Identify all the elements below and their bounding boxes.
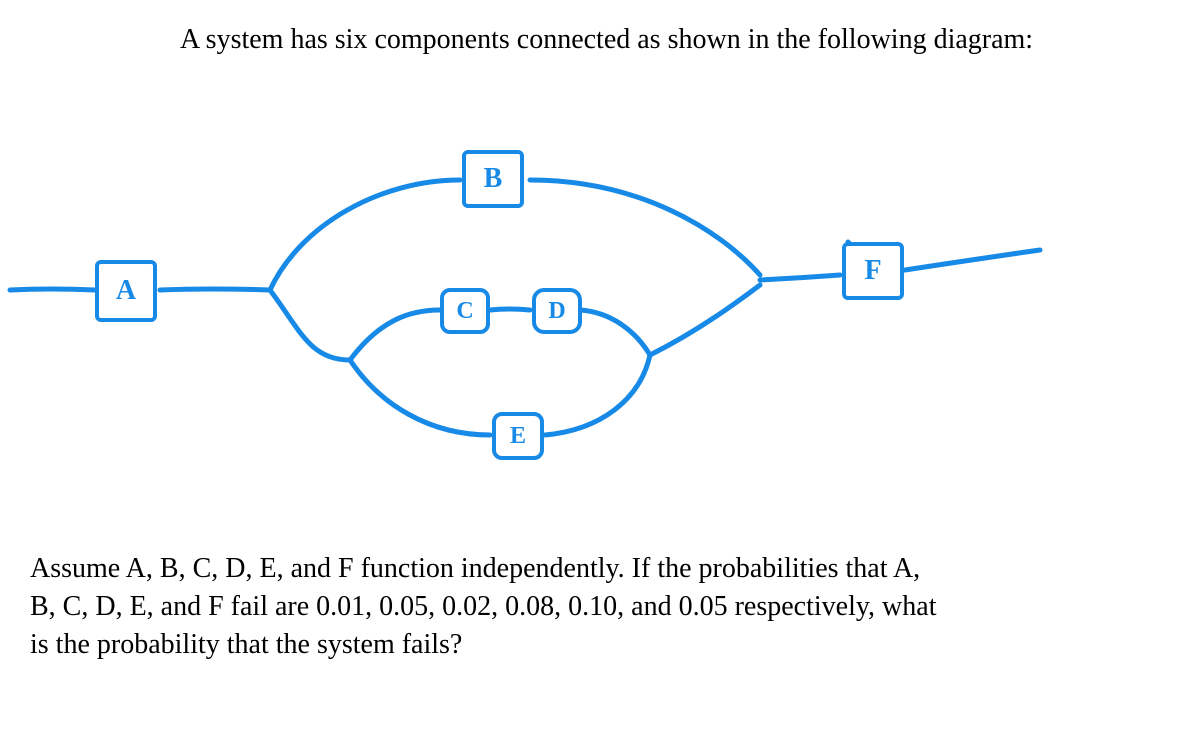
node-e: E — [492, 412, 544, 460]
problem-intro: A system has six components connected as… — [30, 20, 1170, 61]
problem-question: Assume A, B, C, D, E, and F function ind… — [30, 550, 1170, 663]
node-f: F — [842, 242, 904, 300]
system-diagram: A B C D E F — [0, 130, 1100, 510]
node-b-label: B — [484, 163, 503, 195]
question-line-2: B, C, D, E, and F fail are 0.01, 0.05, 0… — [30, 588, 1170, 626]
node-f-label: F — [864, 255, 881, 287]
node-a: A — [95, 260, 157, 322]
node-b: B — [462, 150, 524, 208]
node-c-label: C — [456, 298, 473, 325]
node-e-label: E — [510, 423, 526, 450]
node-a-label: A — [116, 275, 136, 307]
question-line-3: is the probability that the system fails… — [30, 626, 1170, 664]
node-d-label: D — [548, 298, 565, 325]
node-d: D — [532, 288, 582, 334]
intro-text: A system has six components connected as… — [30, 20, 1170, 61]
node-c: C — [440, 288, 490, 334]
question-line-1: Assume A, B, C, D, E, and F function ind… — [30, 550, 1170, 588]
